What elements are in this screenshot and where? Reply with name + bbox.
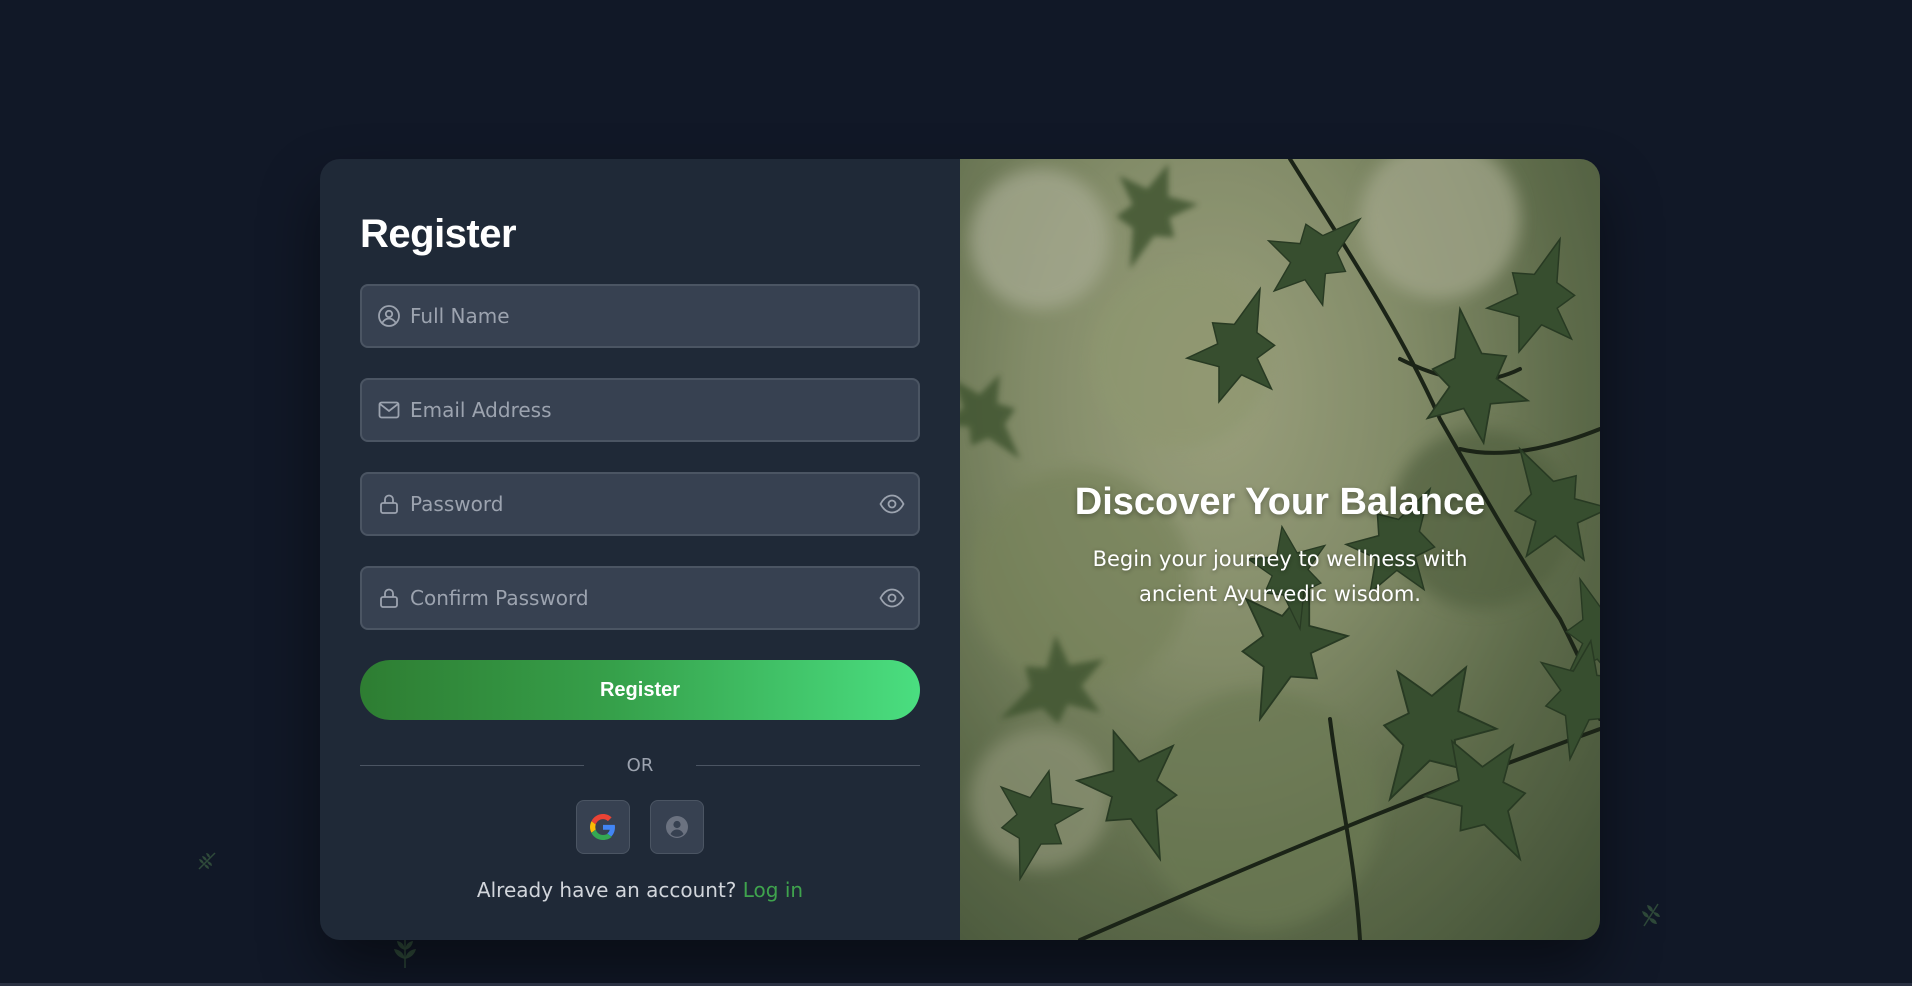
or-divider: OR [360,750,920,780]
login-prompt-row: Already have an account? Log in [360,878,920,902]
hero-title: Discover Your Balance [1074,481,1486,523]
login-link[interactable]: Log in [743,878,803,902]
mail-icon [376,397,402,423]
user-circle-icon [376,303,402,329]
hero-image-panel: Discover Your Balance Begin your journey… [960,159,1600,940]
confirm-password-input[interactable] [410,568,850,628]
password-input[interactable] [410,474,850,534]
login-prompt-text: Already have an account? [476,878,737,902]
hero-subtitle: Begin your journey to wellness with anci… [1092,547,1468,606]
account-login-button[interactable] [650,800,704,854]
form-title: Register [360,212,517,256]
full-name-input[interactable] [410,286,850,346]
google-icon [590,814,615,840]
eye-icon[interactable] [878,585,906,611]
eye-icon[interactable] [878,491,906,517]
google-login-button[interactable] [576,800,630,854]
page: Register Full Name Email Address Registe… [0,0,1912,986]
register-card: Register Full Name Email Address Registe… [320,159,1600,940]
email-input[interactable] [410,380,850,440]
leaf-decoration-icon [198,852,216,870]
user-silhouette-icon [666,816,688,838]
leaf-decoration-icon [394,939,416,968]
divider-line [696,764,920,766]
password-field[interactable] [360,472,920,536]
confirm-password-field[interactable] [360,566,920,630]
lock-icon [376,491,402,517]
or-text: OR [626,754,654,776]
leaf-decoration-icon [1642,903,1660,927]
social-login-row [360,800,920,854]
email-field[interactable] [360,378,920,442]
full-name-field[interactable] [360,284,920,348]
register-form-panel: Register Full Name Email Address Registe… [320,159,960,940]
hero-content: Discover Your Balance Begin your journey… [960,481,1600,612]
register-button[interactable]: Register [360,660,920,720]
lock-icon [376,585,402,611]
divider-line [360,764,584,766]
